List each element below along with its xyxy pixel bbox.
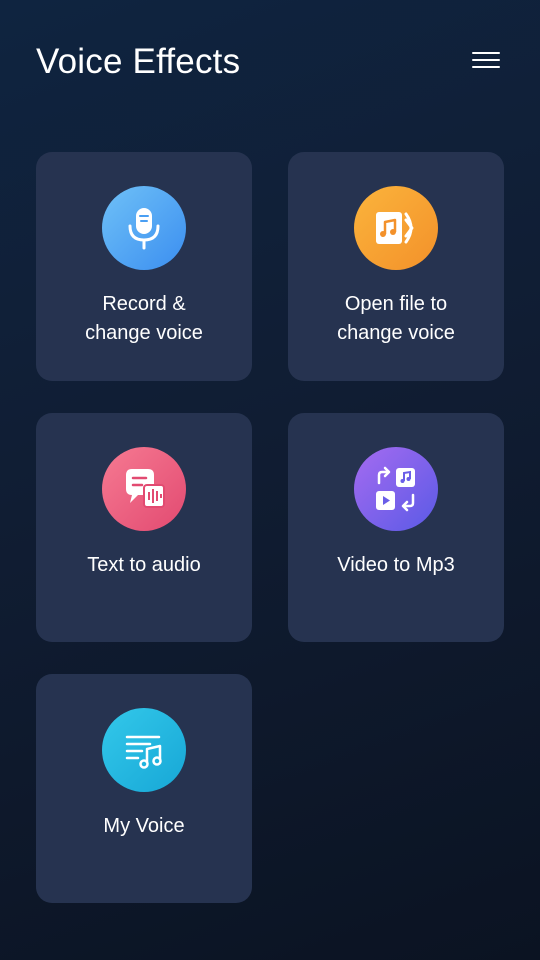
menu-line [472, 59, 500, 61]
card-label: Open file to change voice [337, 293, 455, 344]
card-label: Text to audio [87, 554, 201, 576]
hamburger-menu-icon[interactable] [466, 44, 506, 76]
music-file-icon [354, 186, 438, 270]
menu-line [472, 66, 500, 68]
my-voice-card[interactable]: My Voice [36, 674, 252, 903]
card-label: Video to Mp3 [337, 554, 455, 576]
app-header: Voice Effects [0, 0, 540, 125]
video-to-mp3-card[interactable]: Video to Mp3 [288, 413, 504, 642]
menu-line [472, 52, 500, 54]
speech-bubble-audio-icon [102, 447, 186, 531]
card-label: My Voice [103, 815, 185, 837]
record-change-voice-card[interactable]: Record & change voice [36, 152, 252, 381]
page-title: Voice Effects [36, 42, 241, 81]
open-file-card[interactable]: Open file to change voice [288, 152, 504, 381]
playlist-music-icon [102, 708, 186, 792]
video-to-audio-convert-icon [354, 447, 438, 531]
text-to-audio-card[interactable]: Text to audio [36, 413, 252, 642]
card-label: Record & change voice [85, 293, 203, 344]
microphone-icon [102, 186, 186, 270]
